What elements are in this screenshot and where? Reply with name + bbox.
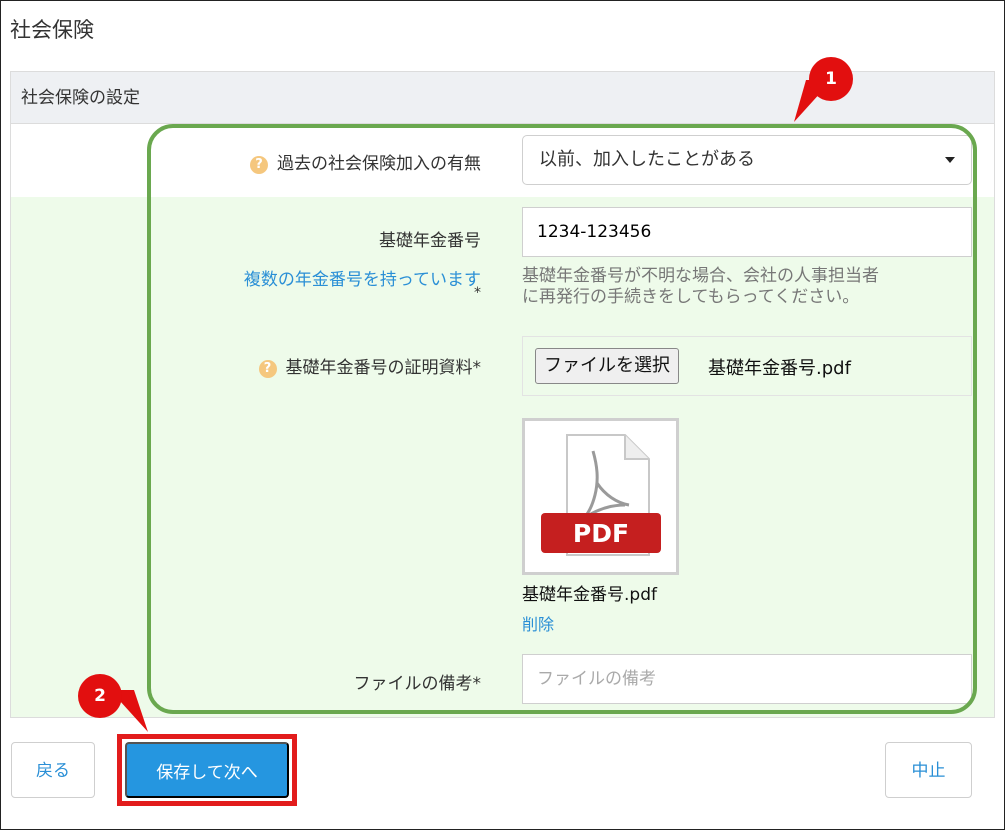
question-circle-icon[interactable]: ? (258, 360, 277, 378)
past-enrollment-label: ? 過去の社会保険加入の有無 (250, 149, 481, 174)
file-note-label: ファイルの備考* (353, 674, 482, 694)
caret-down-icon (945, 157, 955, 163)
past-enrollment-label-text: 過去の社会保険加入の有無 (277, 154, 481, 174)
uploaded-file-name: 基礎年金番号.pdf (522, 585, 657, 605)
help-text-line-2: に再発行の手続きをしてもらってください。 (522, 287, 860, 307)
save-and-next-button[interactable]: 保存して次へ (125, 742, 289, 798)
pdf-badge-text: PDF (573, 519, 629, 548)
annotation-badge-1: 1 (809, 57, 853, 101)
past-enrollment-select[interactable]: 以前、加入したことがある (522, 135, 972, 185)
proof-document-label-text: 基礎年金番号の証明資料* (285, 358, 482, 378)
delete-link[interactable]: 削除 (522, 611, 554, 635)
cancel-button[interactable]: 中止 (885, 742, 972, 798)
chosen-file-name: 基礎年金番号.pdf (708, 358, 851, 379)
pension-number-label: 基礎年金番号 (379, 231, 481, 251)
pension-number-help-text: 基礎年金番号が不明な場合、会社の人事担当者 に再発行の手続きをしてもらってくださ… (522, 266, 982, 308)
back-button[interactable]: 戻る (11, 742, 95, 798)
question-circle-icon[interactable]: ? (250, 156, 268, 174)
file-note-input[interactable] (522, 654, 972, 704)
pdf-file-icon: PDF (541, 434, 661, 556)
page-title: 社会保険 (10, 18, 94, 42)
choose-file-button[interactable]: ファイルを選択 (535, 348, 679, 384)
past-enrollment-selected-value: 以前、加入したことがある (539, 149, 755, 170)
multiple-pension-numbers-link[interactable]: 複数の年金番号を持っています (244, 265, 481, 290)
pension-number-input[interactable] (522, 207, 972, 257)
required-asterisk: * (474, 285, 481, 301)
pdf-thumbnail[interactable]: PDF (522, 418, 679, 575)
annotation-badge-2: 2 (78, 674, 122, 718)
proof-document-label: ? 基礎年金番号の証明資料* (258, 353, 482, 378)
help-text-line-1: 基礎年金番号が不明な場合、会社の人事担当者 (522, 266, 879, 286)
file-upload-field: ファイルを選択 基礎年金番号.pdf (522, 336, 972, 396)
